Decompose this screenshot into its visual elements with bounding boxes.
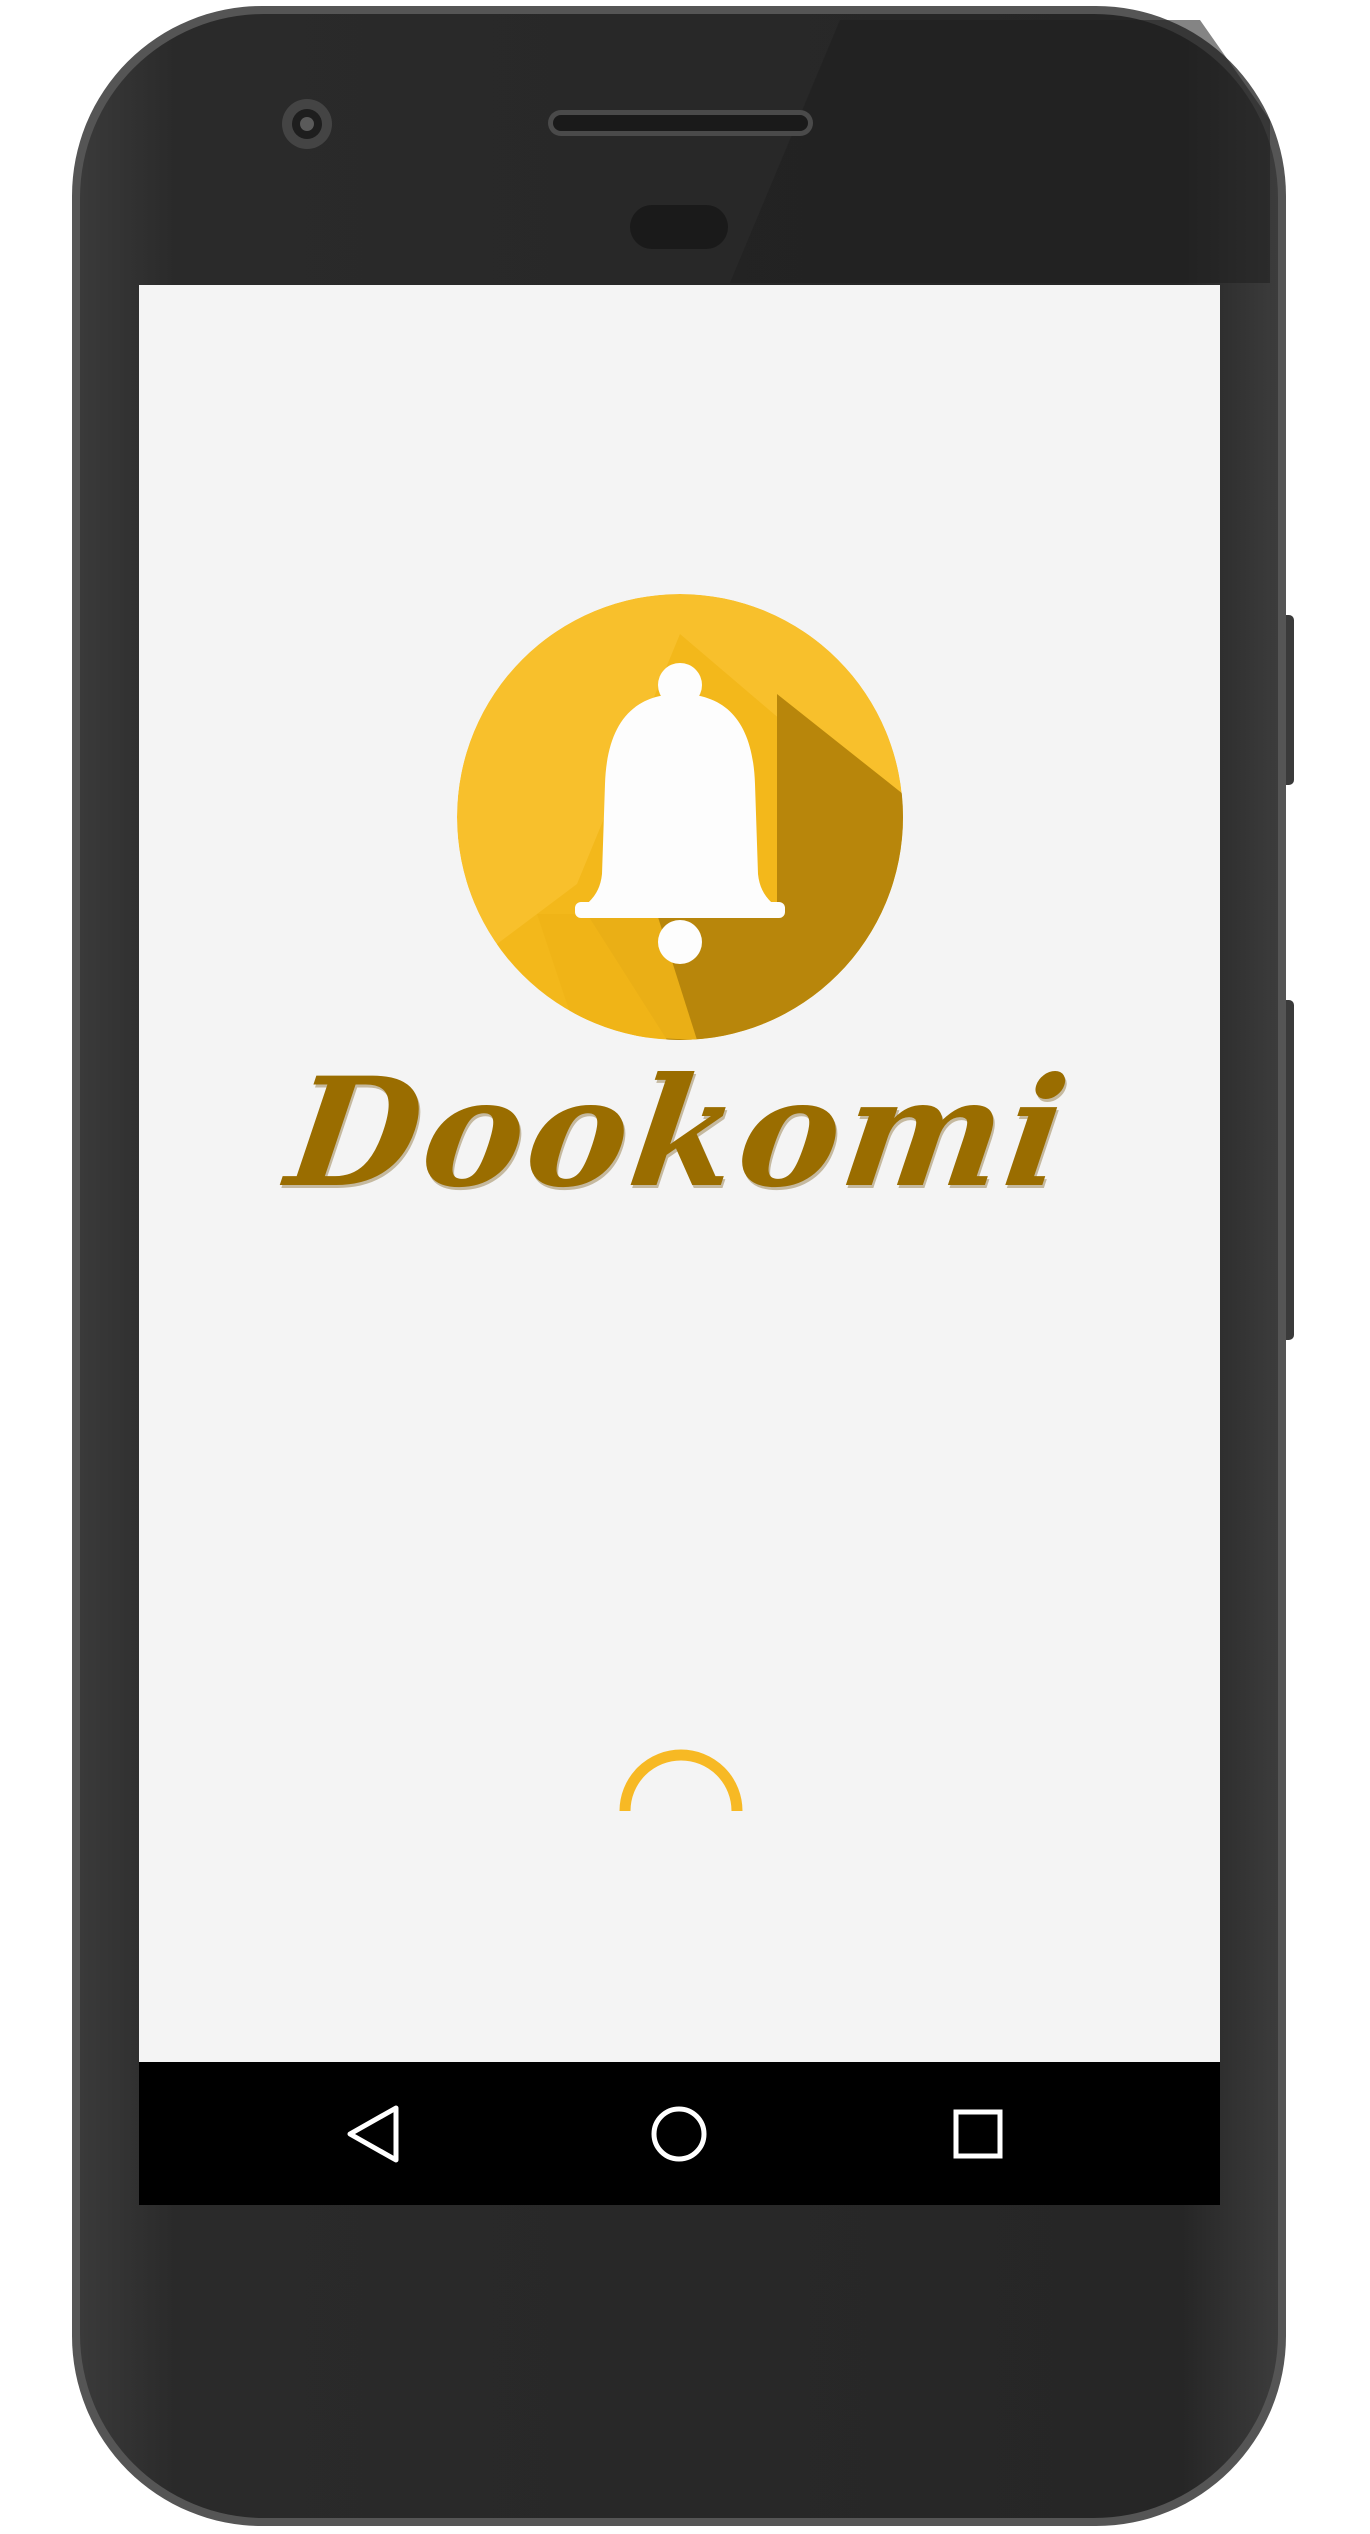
recents-square-icon[interactable] <box>942 2098 1014 2170</box>
navigation-bar <box>139 2062 1220 2205</box>
splash-screen: Dookomi <box>139 285 1220 2062</box>
home-circle-icon[interactable] <box>643 2098 715 2170</box>
proximity-sensor <box>630 205 728 249</box>
app-logo <box>457 594 903 1040</box>
front-camera <box>282 99 332 149</box>
back-triangle-icon[interactable] <box>338 2098 410 2170</box>
loading-spinner <box>619 1749 743 1812</box>
device-mockup: Dookomi <box>0 0 1370 2534</box>
app-name: Dookomi <box>278 1045 1081 1221</box>
